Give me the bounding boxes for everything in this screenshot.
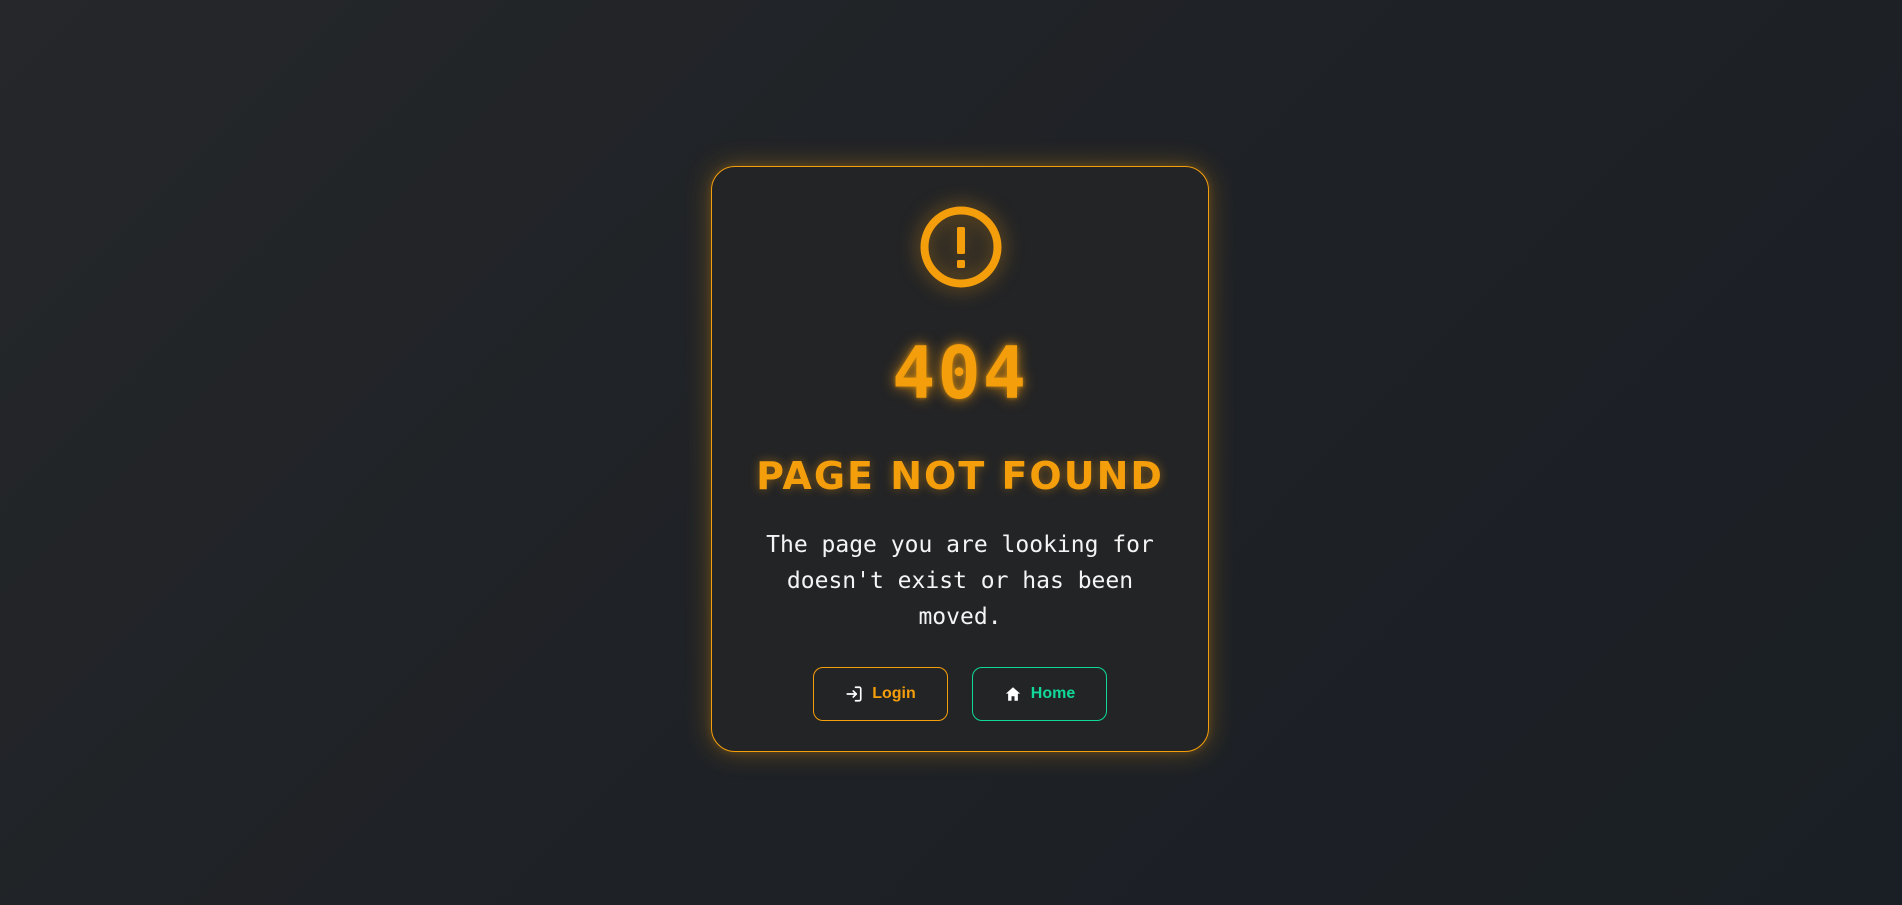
home-button-label: Home: [1030, 685, 1076, 702]
error-title: PAGE NOT FOUND: [756, 454, 1164, 498]
home-button[interactable]: Home: [972, 667, 1107, 721]
error-message: The page you are looking for doesn't exi…: [766, 532, 1154, 630]
error-card: 404 PAGE NOT FOUND The page you are look…: [711, 166, 1209, 752]
login-icon: [846, 686, 862, 702]
home-icon: [1005, 687, 1020, 701]
error-code: 404: [891, 331, 1029, 415]
alert-circle-icon: [920, 206, 1002, 288]
login-button[interactable]: Login: [813, 667, 948, 721]
login-button-label: Login: [872, 685, 916, 702]
